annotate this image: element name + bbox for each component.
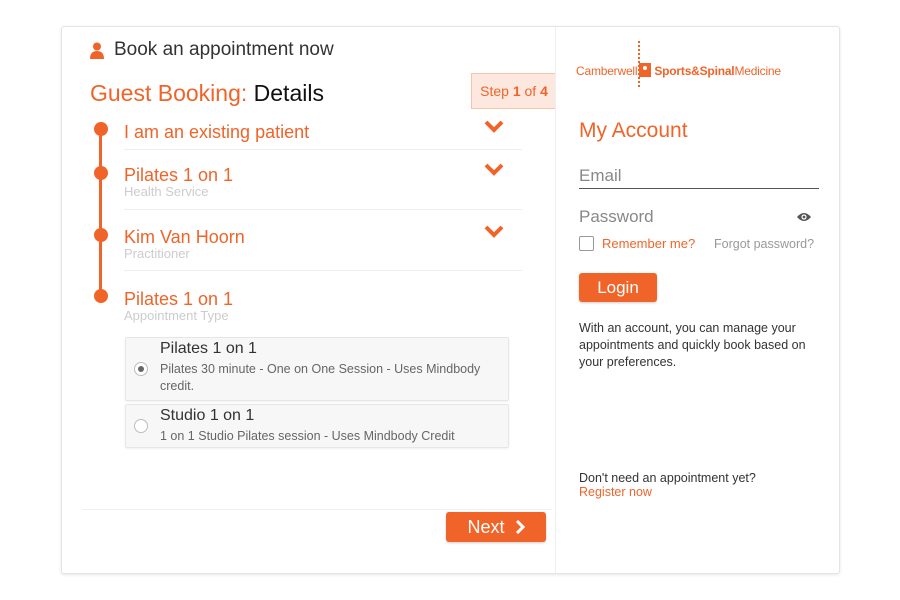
step-title: I am an existing patient bbox=[124, 122, 310, 142]
logo-part-1: Camberwell bbox=[576, 64, 638, 78]
step-title: Pilates 1 on 1 bbox=[124, 165, 234, 185]
login-button[interactable]: Login bbox=[579, 273, 657, 302]
step-title: Kim Van Hoorn bbox=[124, 227, 245, 247]
step-of: of bbox=[524, 83, 537, 99]
radio-button[interactable] bbox=[134, 419, 148, 433]
option-description: Pilates 30 minute - One on One Session -… bbox=[160, 362, 481, 393]
remember-me-label[interactable]: Remember me? bbox=[602, 236, 695, 251]
remember-me: Remember me? bbox=[579, 236, 695, 251]
step-total: 4 bbox=[540, 83, 548, 99]
step-title: Pilates 1 on 1 bbox=[124, 289, 234, 309]
step-dot bbox=[94, 289, 108, 303]
step-subtitle: Practitioner bbox=[124, 246, 190, 261]
clinic-logo: Camberwell Sports&SpinalMedicine bbox=[576, 41, 786, 87]
booking-heading: Guest Booking: Details bbox=[90, 80, 324, 107]
step-badge: Step 1 of 4 bbox=[471, 73, 556, 109]
step-dot bbox=[94, 228, 108, 242]
user-icon bbox=[90, 42, 104, 59]
option-title: Studio 1 on 1 bbox=[160, 407, 255, 424]
step-current: 1 bbox=[512, 83, 521, 99]
appointment-option-pilates[interactable]: Pilates 1 on 1 Pilates 30 minute - One o… bbox=[125, 337, 509, 401]
forgot-password-link[interactable]: Forgot password? bbox=[714, 237, 814, 251]
logo-part-2: Sports&Spinal bbox=[654, 64, 735, 78]
logo-person-icon bbox=[639, 63, 652, 77]
page-title: Book an appointment now bbox=[114, 39, 334, 60]
email-field[interactable] bbox=[579, 164, 819, 189]
password-field[interactable] bbox=[579, 205, 789, 229]
option-description: 1 on 1 Studio Pilates session - Uses Min… bbox=[160, 429, 455, 443]
chevron-right-icon bbox=[515, 520, 525, 534]
logo-part-3: Medicine bbox=[734, 64, 781, 78]
step-existing-patient[interactable]: I am an existing patient bbox=[124, 120, 522, 150]
step-word: Step bbox=[480, 83, 509, 99]
booking-heading-suffix: Details bbox=[253, 80, 324, 106]
eye-icon[interactable] bbox=[796, 211, 812, 223]
chevron-down-icon[interactable] bbox=[484, 163, 504, 177]
no-appointment-text: Don't need an appointment yet? bbox=[579, 471, 756, 485]
divider bbox=[82, 509, 552, 510]
remember-me-checkbox[interactable] bbox=[579, 236, 594, 251]
chevron-down-icon[interactable] bbox=[484, 120, 504, 134]
account-panel: Camberwell Sports&SpinalMedicine My Accou… bbox=[555, 27, 840, 573]
next-button-label: Next bbox=[467, 516, 505, 537]
account-info-text: With an account, you can manage your app… bbox=[579, 321, 806, 369]
next-button[interactable]: Next bbox=[446, 512, 546, 542]
progress-timeline bbox=[99, 127, 102, 297]
booking-heading-prefix: Guest Booking: bbox=[90, 80, 248, 106]
booking-panel: Book an appointment now Guest Booking: D… bbox=[62, 27, 556, 573]
register-link[interactable]: Register now bbox=[579, 485, 652, 499]
step-dot bbox=[94, 166, 108, 180]
step-subtitle: Appointment Type bbox=[124, 308, 229, 323]
step-practitioner[interactable]: Kim Van Hoorn Practitioner bbox=[124, 225, 522, 271]
chevron-down-icon[interactable] bbox=[484, 225, 504, 239]
account-title: My Account bbox=[579, 119, 688, 142]
panel-header: Book an appointment now bbox=[90, 39, 334, 61]
step-subtitle: Health Service bbox=[124, 184, 209, 199]
radio-button[interactable] bbox=[134, 362, 148, 376]
appointment-option-studio[interactable]: Studio 1 on 1 1 on 1 Studio Pilates sess… bbox=[125, 404, 509, 448]
option-title: Pilates 1 on 1 bbox=[160, 340, 257, 357]
step-appointment-type: Pilates 1 on 1 Appointment Type bbox=[124, 289, 522, 323]
booking-card: Book an appointment now Guest Booking: D… bbox=[61, 26, 840, 574]
step-dot bbox=[94, 122, 108, 136]
logo-text: Camberwell Sports&SpinalMedicine bbox=[576, 63, 781, 78]
step-health-service[interactable]: Pilates 1 on 1 Health Service bbox=[124, 163, 522, 210]
